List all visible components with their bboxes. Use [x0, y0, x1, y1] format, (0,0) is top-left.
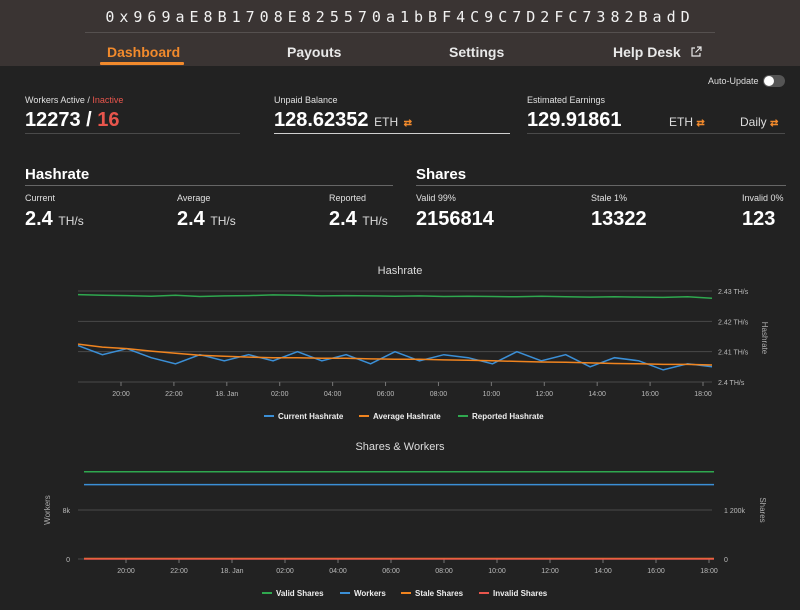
x-tick-label: 08:00 — [435, 568, 453, 575]
x-tick-label: 14:00 — [594, 568, 612, 575]
shares-section-title: Shares — [416, 166, 467, 183]
shares-workers-chart: 8k 0 1 200k 0 Workers Shares 20:00 22:00 18. Jan… — [43, 471, 767, 575]
x-tick-label: 18:00 — [694, 391, 712, 398]
y-right-tick-label: 1 200k — [724, 508, 746, 515]
x-tick-label: 06:00 — [377, 391, 395, 398]
valid-shares-label: Valid 99% — [416, 193, 456, 203]
wallet-address: 0x969aE8B1708E825570a1bBF4C9C7D2FC7382Ba… — [105, 8, 695, 26]
estimated-unit-switch[interactable]: ETH ⇄ — [669, 115, 705, 129]
nav-dashboard[interactable]: Dashboard — [107, 44, 180, 60]
top-bar: 0x969aE8B1708E825570a1bBF4C9C7D2FC7382Ba… — [0, 0, 800, 66]
current-hashrate-line — [77, 344, 713, 371]
workers-underline — [25, 133, 240, 134]
workers-inactive-count: 16 — [97, 109, 120, 131]
legend-workers[interactable]: Workers — [340, 589, 386, 598]
valid-shares-value: 2156814 — [416, 208, 494, 230]
reported-hashrate-label: Reported — [329, 193, 367, 203]
legend-invalid-shares[interactable]: Invalid Shares — [479, 589, 547, 598]
stale-shares-label: Stale 1% — [591, 193, 628, 203]
x-tick-label: 20:00 — [112, 391, 130, 398]
x-tick-label: 22:00 — [170, 568, 188, 575]
workers-value: 12273 / 16 — [25, 109, 120, 131]
y-left-tick-label: 8k — [63, 508, 71, 515]
x-tick-label: 20:00 — [117, 568, 135, 575]
current-hashrate-value: 2.4 TH/s — [25, 208, 84, 230]
nav-settings[interactable]: Settings — [449, 44, 504, 60]
reported-hashrate-value: 2.4 TH/s — [329, 208, 388, 230]
y-tick-label: 2.4 TH/s — [718, 380, 745, 387]
x-tick-label: 04:00 — [324, 391, 342, 398]
x-tick-label: 22:00 — [165, 391, 183, 398]
legend-current-hashrate[interactable]: Current Hashrate — [264, 412, 343, 421]
y-tick-label: 2.43 TH/s — [718, 289, 749, 296]
stale-shares-value: 13322 — [591, 208, 647, 230]
x-tick-label: 16:00 — [641, 391, 659, 398]
average-hashrate-value: 2.4 TH/s — [177, 208, 236, 230]
x-tick-label: 04:00 — [329, 568, 347, 575]
swap-icon: ⇄ — [770, 118, 779, 129]
y-tick-label: 2.42 TH/s — [718, 319, 749, 326]
x-tick-label: 02:00 — [276, 568, 294, 575]
nav-payouts[interactable]: Payouts — [287, 44, 341, 60]
legend-valid-shares[interactable]: Valid Shares — [262, 589, 324, 598]
swap-icon[interactable]: ⇄ — [404, 118, 412, 129]
header-divider — [85, 32, 715, 33]
invalid-shares-label: Invalid 0% — [742, 193, 784, 203]
x-tick-label: 12:00 — [536, 391, 554, 398]
shares-workers-chart-title: Shares & Workers — [355, 441, 445, 453]
nav-active-indicator — [100, 62, 184, 65]
current-hashrate-label: Current — [25, 193, 56, 203]
invalid-shares-value: 123 — [742, 208, 776, 230]
x-tick-label: 18. Jan — [221, 568, 244, 575]
x-tick-label: 10:00 — [483, 391, 501, 398]
toggle-knob — [764, 76, 774, 86]
hashrate-chart-title: Hashrate — [377, 265, 423, 277]
estimated-earnings-value: 129.91861 — [527, 109, 622, 131]
external-link-icon — [690, 46, 702, 57]
nav-help-desk-label: Help Desk — [613, 44, 681, 60]
estimated-period-switch[interactable]: Daily ⇄ — [740, 115, 778, 129]
y-axis-label: Hashrate — [760, 322, 769, 355]
x-tick-label: 10:00 — [488, 568, 506, 575]
estimated-underline — [527, 133, 785, 134]
x-tick-label: 16:00 — [647, 568, 665, 575]
hashrate-section-title: Hashrate — [25, 166, 90, 183]
x-tick-label: 02:00 — [271, 391, 289, 398]
shares-section-divider — [416, 185, 786, 186]
auto-update-toggle[interactable] — [763, 75, 785, 87]
average-hashrate-label: Average — [177, 193, 211, 203]
estimated-earnings-label: Estimated Earnings — [527, 95, 606, 105]
auto-update-label: Auto-Update — [708, 76, 759, 86]
workers-active-count: 12273 — [25, 109, 81, 131]
nav-help-desk[interactable]: Help Desk — [613, 44, 702, 60]
unpaid-balance-value: 128.62352 ETH ⇄ — [274, 109, 413, 131]
legend-stale-shares[interactable]: Stale Shares — [401, 589, 463, 598]
unpaid-balance-label: Unpaid Balance — [274, 95, 338, 105]
legend-average-hashrate[interactable]: Average Hashrate — [359, 412, 441, 421]
y-left-axis-label: Workers — [43, 495, 52, 525]
workers-label: Workers Active / Inactive — [25, 95, 124, 105]
x-tick-label: 08:00 — [430, 391, 448, 398]
average-hashrate-line — [77, 343, 713, 366]
hashrate-chart: 2.43 TH/s 2.42 TH/s 2.41 TH/s 2.4 TH/s Hashr… — [77, 289, 769, 398]
hashrate-section-divider — [25, 185, 393, 186]
reported-hashrate-line — [77, 293, 713, 300]
y-right-axis-label: Shares — [758, 497, 767, 522]
y-right-tick-label: 0 — [724, 557, 728, 564]
x-tick-label: 06:00 — [382, 568, 400, 575]
swap-icon: ⇄ — [696, 118, 705, 129]
y-left-tick-label: 0 — [66, 557, 70, 564]
unpaid-underline — [274, 133, 510, 134]
x-tick-label: 14:00 — [588, 391, 606, 398]
x-tick-label: 12:00 — [541, 568, 559, 575]
legend-reported-hashrate[interactable]: Reported Hashrate — [458, 412, 544, 421]
x-tick-label: 18:00 — [700, 568, 718, 575]
x-tick-label: 18. Jan — [215, 391, 238, 398]
y-tick-label: 2.41 TH/s — [718, 350, 749, 357]
